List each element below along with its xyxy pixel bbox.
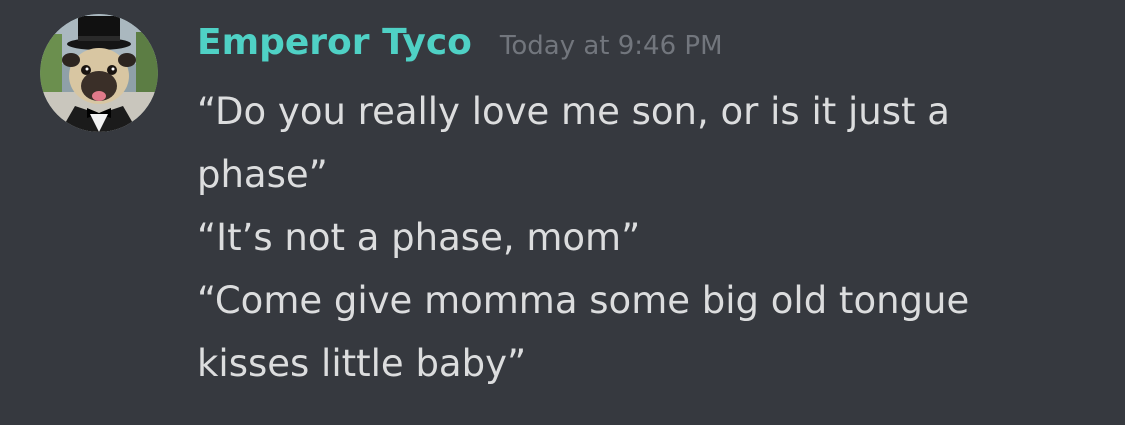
pug-avatar-icon[interactable] xyxy=(40,14,158,132)
message-timestamp[interactable]: Today at 9:46 PM xyxy=(500,31,723,61)
message-line: “Do you really love me son, or is it jus… xyxy=(197,90,950,196)
message-body: “Do you really love me son, or is it jus… xyxy=(197,80,1037,395)
message-line: “Come give momma some big old tongue kis… xyxy=(197,279,970,385)
message-header: Emperor Tyco Today at 9:46 PM xyxy=(197,22,1097,74)
author-username[interactable]: Emperor Tyco xyxy=(197,22,472,63)
message-content: Emperor Tyco Today at 9:46 PM “Do you re… xyxy=(197,22,1097,395)
message-line: “It’s not a phase, mom” xyxy=(197,216,641,259)
chat-message: Emperor Tyco Today at 9:46 PM “Do you re… xyxy=(0,0,1125,425)
